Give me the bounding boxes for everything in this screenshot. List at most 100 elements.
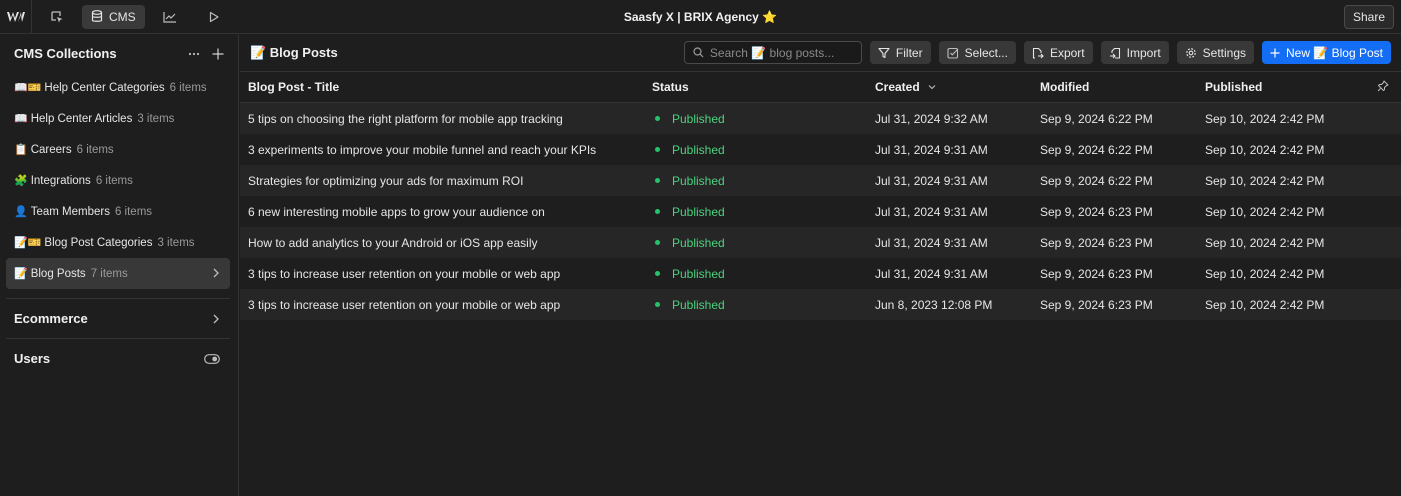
toggle-icon[interactable]: [204, 353, 220, 364]
sidebar-item-count: 6 items: [114, 205, 153, 218]
database-icon: [91, 10, 103, 22]
table-row[interactable]: 3 tips to increase user retention on you…: [240, 289, 1401, 320]
sidebar-header: CMS Collections: [0, 35, 238, 72]
cms-sidebar: CMS Collections 📖🎫 Help Center Categorie…: [0, 35, 239, 496]
cell-modified: Sep 9, 2024 6:23 PM: [1040, 235, 1153, 250]
more-options-icon[interactable]: [188, 52, 200, 56]
sidebar-item-label: Blog Post Categories: [44, 236, 153, 249]
status-badge: Published: [672, 204, 725, 219]
add-collection-icon[interactable]: [212, 48, 224, 60]
column-header-title[interactable]: Blog Post - Title: [240, 80, 644, 94]
import-button[interactable]: Import: [1100, 41, 1169, 64]
sidebar-item-label: Help Center Articles: [30, 112, 133, 125]
cell-modified: Sep 9, 2024 6:23 PM: [1040, 204, 1153, 219]
cell-title: 3 tips to increase user retention on you…: [248, 297, 561, 312]
sidebar-item-help-center-articles[interactable]: 📖 Help Center Articles 3 items: [6, 103, 230, 134]
status-dot: [655, 302, 660, 307]
filter-icon: [878, 47, 890, 58]
search-icon: [693, 47, 704, 58]
cell-status: Published: [644, 236, 867, 250]
cell-published: Sep 10, 2024 2:42 PM: [1205, 235, 1325, 250]
import-label: Import: [1126, 45, 1161, 60]
sidebar-item-integrations[interactable]: 🧩 Integrations 6 items: [6, 165, 230, 196]
status-dot: [655, 271, 660, 276]
play-icon: [209, 11, 219, 22]
cell-modified: Sep 9, 2024 6:23 PM: [1040, 297, 1153, 312]
status-badge: Published: [672, 111, 725, 126]
sidebar-item-careers[interactable]: 📋 Careers 6 items: [6, 134, 230, 165]
status-dot: [655, 240, 660, 245]
filter-button[interactable]: Filter: [869, 41, 931, 64]
chevron-right-icon: [213, 268, 219, 278]
designer-tool-button[interactable]: [38, 5, 76, 29]
export-icon: [1032, 47, 1044, 59]
cell-published: Sep 10, 2024 2:42 PM: [1205, 142, 1325, 157]
cell-created: Jul 31, 2024 9:32 AM: [875, 111, 988, 126]
sidebar-item-blog-posts[interactable]: 📝 Blog Posts 7 items: [6, 258, 230, 289]
cell-published: Sep 10, 2024 2:42 PM: [1205, 266, 1325, 281]
status-dot: [655, 209, 660, 214]
cell-modified: Sep 9, 2024 6:22 PM: [1040, 111, 1153, 126]
new-blog-post-button[interactable]: New 📝 Blog Post: [1262, 41, 1391, 64]
webflow-logo[interactable]: [0, 0, 32, 34]
sidebar-title: CMS Collections: [14, 46, 117, 61]
cell-modified: Sep 9, 2024 6:22 PM: [1040, 173, 1153, 188]
sidebar-item-count: 6 items: [169, 81, 207, 94]
cell-title: Strategies for optimizing your ads for m…: [248, 173, 524, 188]
select-label: Select...: [964, 45, 1008, 60]
main-panel: 📝 Blog Posts Filter Selec: [240, 35, 1401, 496]
table-row[interactable]: 5 tips on choosing the right platform fo…: [240, 103, 1401, 134]
plus-icon: [1270, 48, 1280, 57]
column-header-created[interactable]: Created: [867, 80, 1032, 94]
search-box[interactable]: [683, 41, 862, 64]
pin-icon[interactable]: [1377, 80, 1389, 92]
settings-button[interactable]: Settings: [1176, 41, 1255, 64]
table-row[interactable]: 3 experiments to improve your mobile fun…: [240, 134, 1401, 165]
checkbox-icon: [947, 47, 958, 59]
settings-label: Settings: [1202, 45, 1247, 60]
cell-status: Published: [644, 205, 867, 219]
gear-icon: [1185, 47, 1196, 58]
status-dot: [655, 116, 660, 121]
collection-emoji-icon: 👤: [14, 206, 28, 218]
sidebar-item-count: 6 items: [95, 174, 133, 187]
ecommerce-label: Ecommerce: [14, 311, 88, 326]
cell-title: 5 tips on choosing the right platform fo…: [248, 111, 563, 126]
sidebar-item-blog-post-categories[interactable]: 📝🎫 Blog Post Categories 3 items: [6, 227, 230, 258]
select-button[interactable]: Select...: [938, 41, 1016, 64]
table-row[interactable]: Strategies for optimizing your ads for m…: [240, 165, 1401, 196]
chevron-right-icon: [213, 314, 219, 323]
column-header-status[interactable]: Status: [644, 80, 867, 94]
table-row[interactable]: How to add analytics to your Android or …: [240, 227, 1401, 258]
table-row[interactable]: 3 tips to increase user retention on you…: [240, 258, 1401, 289]
table-body: 5 tips on choosing the right platform fo…: [240, 103, 1401, 320]
cell-created: Jul 31, 2024 9:31 AM: [875, 266, 988, 281]
line-chart-icon: [163, 11, 176, 23]
new-blog-post-label: New 📝 Blog Post: [1286, 45, 1383, 60]
preview-play-button[interactable]: [195, 5, 233, 29]
sidebar-section-users[interactable]: Users: [0, 339, 238, 378]
cell-status: Published: [644, 112, 867, 126]
status-dot: [655, 178, 660, 183]
search-input[interactable]: [709, 45, 850, 60]
status-badge: Published: [672, 173, 725, 188]
share-button[interactable]: Share: [1343, 5, 1394, 29]
sidebar-item-team-members[interactable]: 👤 Team Members 6 items: [6, 196, 230, 227]
cell-title: 6 new interesting mobile apps to grow yo…: [248, 204, 545, 219]
collection-emoji-icon: 📖🎫: [14, 82, 42, 94]
cms-tool-label: CMS: [109, 9, 136, 24]
collection-toolbar: Filter Select... Export: [683, 41, 1391, 64]
column-header-modified[interactable]: Modified: [1032, 80, 1197, 94]
column-header-created-label: Created: [875, 80, 920, 94]
cms-tool-button[interactable]: CMS: [82, 4, 145, 29]
sidebar-item-help-center-categories[interactable]: 📖🎫 Help Center Categories 6 items: [6, 72, 230, 103]
import-icon: [1109, 47, 1120, 59]
column-header-published[interactable]: Published: [1197, 80, 1362, 94]
cell-published: Sep 10, 2024 2:42 PM: [1205, 204, 1325, 219]
table-row[interactable]: 6 new interesting mobile apps to grow yo…: [240, 196, 1401, 227]
analytics-tool-button[interactable]: [151, 5, 189, 29]
sidebar-section-ecommerce[interactable]: Ecommerce: [0, 299, 238, 338]
cell-modified: Sep 9, 2024 6:23 PM: [1040, 266, 1153, 281]
collection-emoji-icon: 📋: [14, 144, 28, 156]
export-button[interactable]: Export: [1023, 41, 1093, 64]
